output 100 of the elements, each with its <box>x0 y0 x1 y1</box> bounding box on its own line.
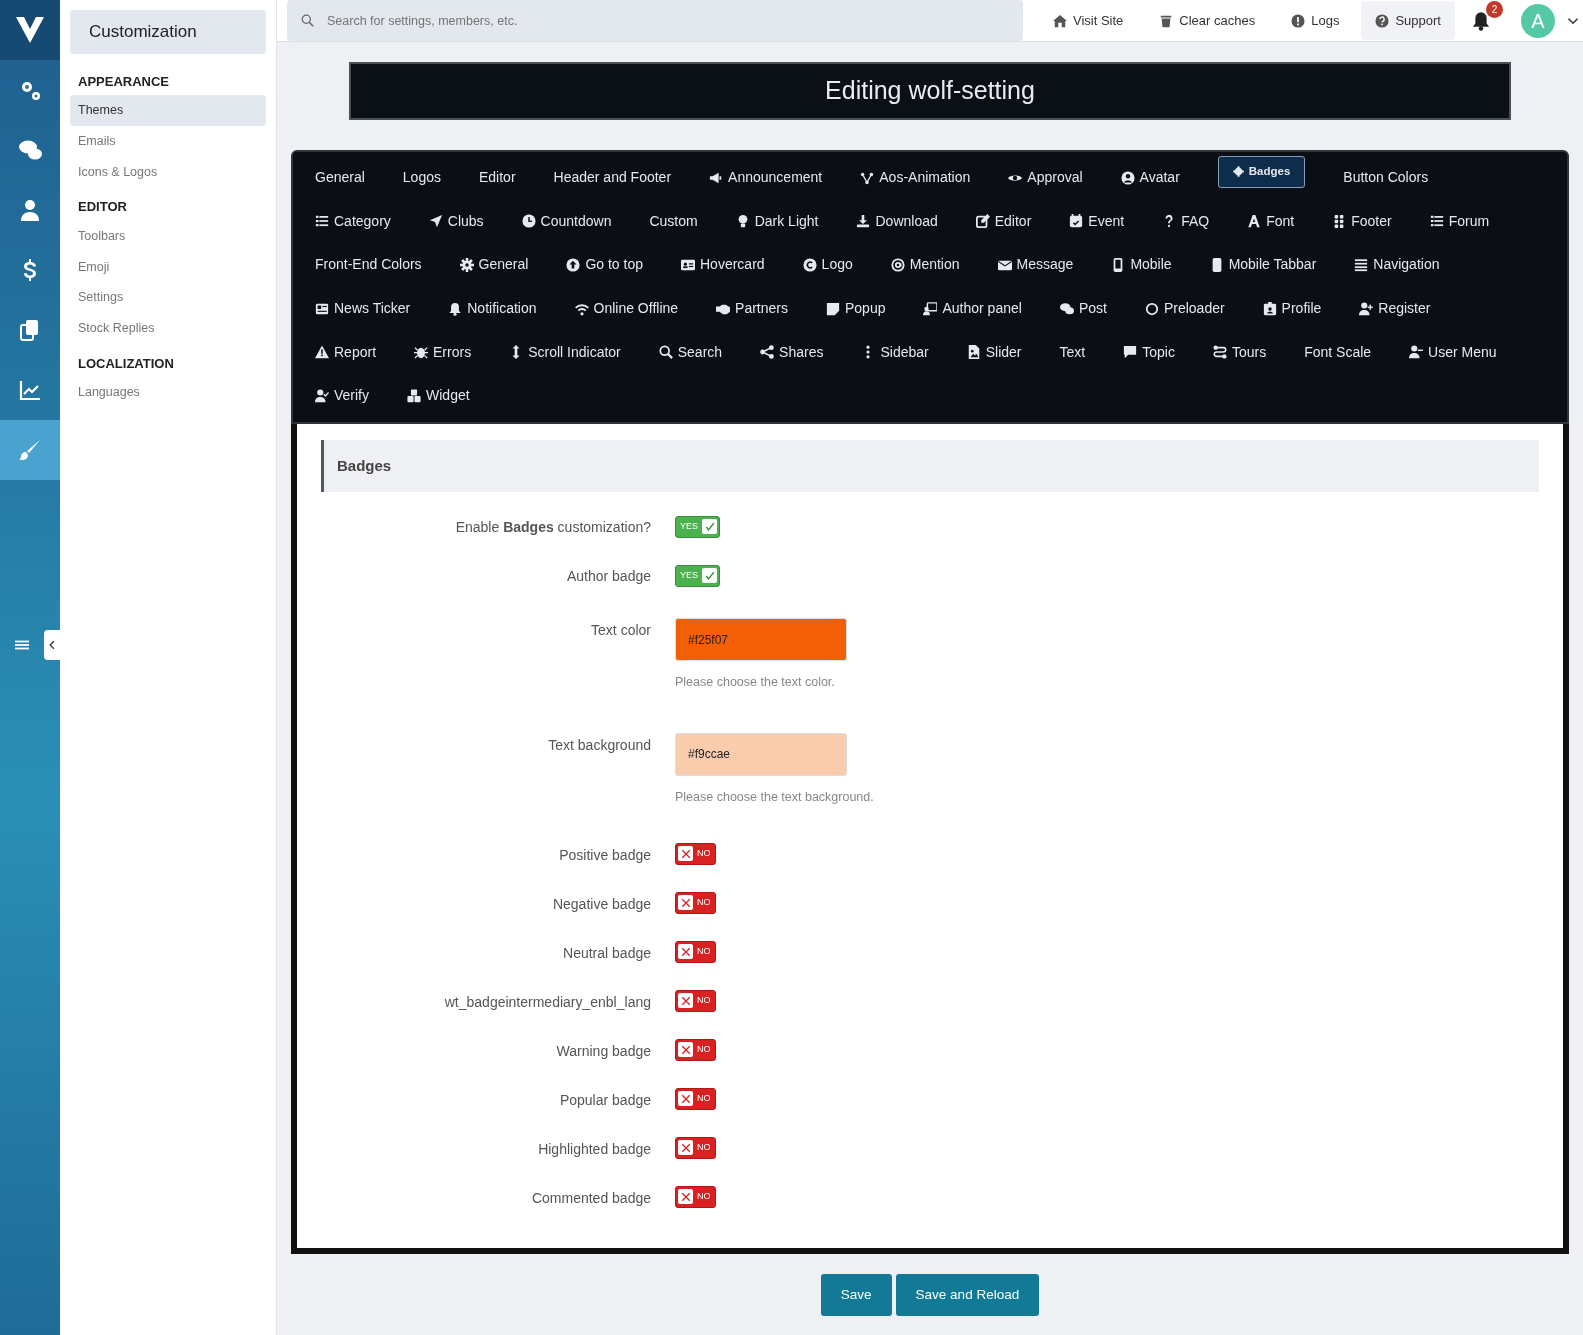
tab[interactable]: Front-End Colors <box>315 254 422 276</box>
tab[interactable]: Register <box>1359 298 1431 320</box>
paintbrush-icon <box>18 438 42 462</box>
tab[interactable]: Font Scale <box>1304 341 1372 363</box>
tab[interactable]: Announcement <box>709 167 823 189</box>
sidebar-link[interactable]: Emails <box>70 125 266 157</box>
tab[interactable]: Verify <box>315 385 369 407</box>
sidebar-link[interactable]: Icons & Logos <box>70 156 266 188</box>
tab[interactable]: Tours <box>1212 341 1267 363</box>
tab[interactable]: Mobile <box>1111 254 1172 276</box>
tab[interactable]: Editor <box>975 210 1032 232</box>
header-link[interactable]: Clear caches <box>1145 0 1270 41</box>
sidebar-link[interactable]: Themes <box>70 95 266 126</box>
chevron-left-icon <box>47 640 57 650</box>
newspaper-icon <box>315 301 329 316</box>
header-link[interactable]: Support <box>1361 0 1455 41</box>
field-label: Negative badge <box>551 894 651 914</box>
tab[interactable]: Footer <box>1332 210 1392 232</box>
tab[interactable]: Search <box>658 341 723 363</box>
toggle-switch[interactable]: NO <box>675 1038 716 1061</box>
tab[interactable]: Event <box>1069 210 1125 232</box>
tab[interactable]: Scroll Indicator <box>509 341 621 363</box>
tab[interactable]: Approval <box>1008 167 1083 189</box>
list-icon <box>315 214 329 229</box>
tab[interactable]: Button Colors <box>1343 167 1429 189</box>
tab[interactable]: Forum <box>1429 210 1490 232</box>
color-input-field[interactable]: #f9ccae <box>675 732 847 776</box>
tab[interactable]: Partners <box>716 298 788 320</box>
tab[interactable]: Shares <box>760 341 824 363</box>
toggle-switch[interactable]: NO <box>675 1185 716 1208</box>
tab[interactable]: Preloader <box>1144 298 1225 320</box>
tab[interactable]: Sidebar <box>861 341 929 363</box>
user-circle-icon <box>1120 170 1135 185</box>
tab[interactable]: Countdown <box>521 210 612 232</box>
tab[interactable]: Popup <box>826 298 886 320</box>
megaphone-icon <box>709 170 724 185</box>
tab[interactable]: News Ticker <box>315 298 411 320</box>
tab[interactable]: Avatar <box>1120 167 1180 189</box>
sidebar-link[interactable]: Emoji <box>70 251 266 283</box>
tab[interactable]: Slider <box>966 341 1022 363</box>
sidebar-link[interactable]: Languages <box>70 377 266 408</box>
tab[interactable]: User Menu <box>1409 341 1497 363</box>
toggle-switch[interactable]: NO <box>675 1087 716 1110</box>
search-field[interactable]: Search for settings, members, etc. <box>287 0 1023 41</box>
tab[interactable]: Hovercard <box>681 254 765 276</box>
tab[interactable]: Clubs <box>428 210 484 232</box>
header-link[interactable]: Visit Site <box>1039 0 1138 41</box>
toggle-switch[interactable]: NO <box>675 842 716 865</box>
save-button[interactable]: Save <box>820 1273 892 1316</box>
tab[interactable]: Topic <box>1123 341 1175 363</box>
tab[interactable]: FAQ <box>1162 210 1210 232</box>
tab[interactable]: Message <box>997 254 1074 276</box>
tab[interactable]: Header and Footer <box>553 167 672 189</box>
tab[interactable]: Download <box>856 210 938 232</box>
field-label: Positive badge <box>558 845 651 865</box>
tab[interactable]: Mobile Tabbar <box>1209 254 1317 276</box>
header-link[interactable]: Logs <box>1277 0 1354 41</box>
field-label: Text color <box>590 621 651 641</box>
tab[interactable]: Author panel <box>923 298 1022 320</box>
gear-icon <box>459 258 474 272</box>
tab[interactable]: Navigation <box>1354 254 1440 276</box>
tab[interactable]: Report <box>315 341 377 363</box>
tab[interactable]: Notification <box>448 298 537 320</box>
tab[interactable]: Errors <box>414 341 472 363</box>
tab[interactable]: Mention <box>890 254 960 276</box>
notification-count: 2 <box>1485 0 1503 18</box>
tab[interactable]: Badges <box>1217 155 1306 188</box>
toggle-switch[interactable]: NO <box>675 891 716 914</box>
sidebar-link[interactable]: Settings <box>70 282 266 313</box>
user-minus-icon <box>1409 345 1424 360</box>
speech-bubbles-icon <box>1059 301 1074 316</box>
tab[interactable]: Editor <box>478 167 516 189</box>
tab[interactable]: Go to top <box>566 254 643 276</box>
tab[interactable]: General <box>315 167 365 189</box>
sidebar-link[interactable]: Stock Replies <box>70 313 266 344</box>
tab[interactable]: Dark Light <box>735 210 819 232</box>
tab[interactable]: Widget <box>407 385 470 407</box>
speech-bubble-icon <box>1123 345 1138 360</box>
tab[interactable]: Aos-Animation <box>860 167 971 189</box>
field-label: Author badge <box>565 567 651 587</box>
collapse-button[interactable] <box>44 630 60 660</box>
tab[interactable]: Logo <box>802 254 853 276</box>
chat-bubbles-icon <box>18 138 42 162</box>
save-button[interactable]: Save and Reload <box>895 1273 1040 1316</box>
sidebar-link[interactable]: Toolbars <box>70 220 266 252</box>
tab[interactable]: Profile <box>1262 298 1322 320</box>
tab[interactable]: Custom <box>649 210 698 232</box>
tab[interactable]: Online Offline <box>574 298 679 320</box>
bug-icon <box>414 345 429 360</box>
tab[interactable]: Font <box>1247 210 1295 232</box>
tab[interactable]: Logos <box>402 167 441 189</box>
tab[interactable]: Category <box>315 210 391 232</box>
toggle-switch[interactable]: NO <box>675 940 716 963</box>
tab[interactable]: Text <box>1059 341 1086 363</box>
toggle-switch[interactable]: NO <box>675 989 716 1012</box>
tab[interactable]: Post <box>1059 298 1107 320</box>
toggle-switch[interactable]: NO <box>675 1136 716 1159</box>
tab[interactable]: General <box>459 254 529 276</box>
bell-icon <box>1470 11 1491 32</box>
color-input-field[interactable]: #f25f07 <box>675 618 847 662</box>
